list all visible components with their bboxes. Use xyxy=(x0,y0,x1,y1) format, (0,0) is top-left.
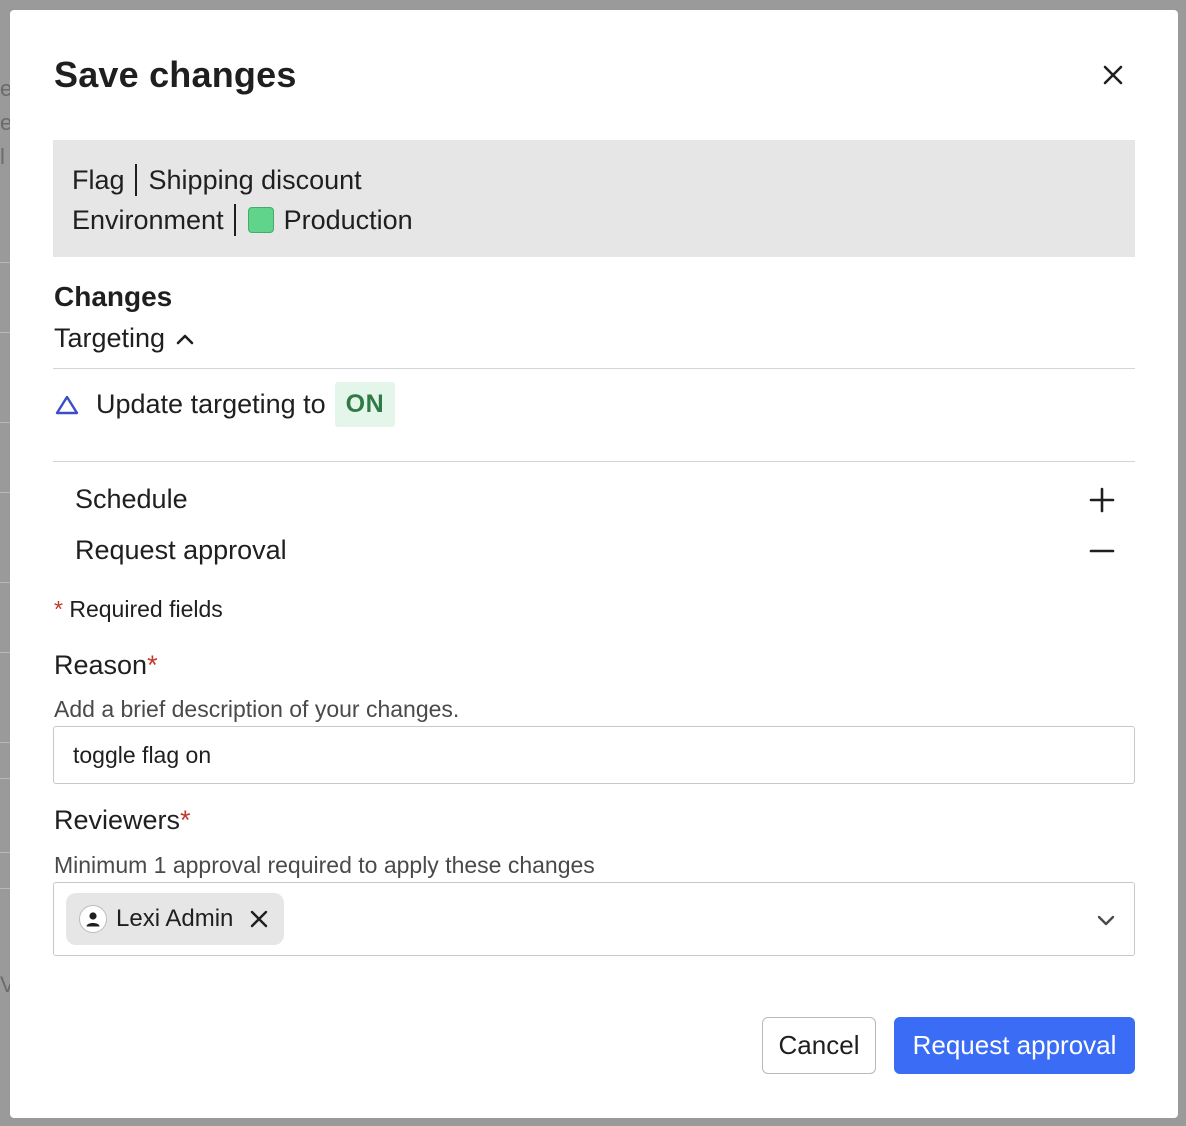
reason-input[interactable] xyxy=(53,726,1135,784)
reason-label-text: Reason xyxy=(54,650,148,680)
background-divider xyxy=(0,582,10,583)
required-asterisk: * xyxy=(147,650,158,680)
targeting-change-item: Update targeting to ON xyxy=(54,382,396,427)
required-asterisk: * xyxy=(54,596,63,622)
background-divider xyxy=(0,852,10,853)
request-approval-option[interactable]: Request approval xyxy=(75,535,1115,566)
delta-triangle-icon xyxy=(55,395,79,414)
divider xyxy=(53,368,1135,369)
request-approval-button[interactable]: Request approval xyxy=(894,1017,1135,1074)
changes-heading: Changes xyxy=(54,281,173,312)
required-asterisk: * xyxy=(180,805,191,835)
reason-label: Reason* xyxy=(54,650,158,681)
chevron-down-icon[interactable] xyxy=(1095,909,1117,936)
background-divider xyxy=(0,778,10,779)
remove-reviewer-button[interactable] xyxy=(249,909,269,929)
update-text: Update targeting to xyxy=(96,389,326,419)
separator xyxy=(134,164,137,196)
background-divider xyxy=(0,262,10,263)
on-badge: ON xyxy=(334,382,396,427)
separator xyxy=(233,204,236,236)
reviewers-select[interactable]: Lexi Admin xyxy=(53,882,1135,956)
environment-color-swatch xyxy=(247,207,274,233)
chevron-up-icon xyxy=(176,334,194,344)
background-divider xyxy=(0,888,10,889)
dialog-title: Save changes xyxy=(54,54,297,95)
background-fragment: l xyxy=(0,144,5,169)
close-icon xyxy=(251,910,268,928)
close-button[interactable] xyxy=(1098,60,1128,90)
required-note-text: Required fields xyxy=(69,596,223,622)
flag-row: Flag Shipping discount xyxy=(72,160,1116,200)
change-summary: Flag Shipping discount Environment Produ… xyxy=(53,140,1135,257)
schedule-option[interactable]: Schedule xyxy=(75,484,1115,515)
targeting-label: Targeting xyxy=(54,323,166,353)
environment-name: Production xyxy=(283,205,413,235)
cancel-button[interactable]: Cancel xyxy=(762,1017,876,1074)
reviewer-chip: Lexi Admin xyxy=(66,893,284,945)
request-approval-label: Request approval xyxy=(75,535,287,565)
environment-label: Environment xyxy=(72,205,224,235)
minus-icon[interactable] xyxy=(1089,538,1115,564)
schedule-label: Schedule xyxy=(75,484,188,514)
plus-icon[interactable] xyxy=(1089,487,1115,513)
divider xyxy=(53,461,1135,462)
reviewers-label-text: Reviewers xyxy=(54,805,181,835)
background-divider xyxy=(0,332,10,333)
required-fields-note: * Required fields xyxy=(54,596,223,623)
reviewer-name: Lexi Admin xyxy=(116,905,234,932)
reviewers-label: Reviewers* xyxy=(54,805,191,836)
background-divider xyxy=(0,652,10,653)
background-divider xyxy=(0,492,10,493)
reviewers-help-text: Minimum 1 approval required to apply the… xyxy=(54,852,595,878)
close-icon xyxy=(1103,65,1123,85)
person-icon xyxy=(79,905,107,933)
targeting-section-toggle[interactable]: Targeting xyxy=(54,323,195,354)
background-divider xyxy=(0,422,10,423)
save-changes-dialog: Save changes Flag Shipping discount Envi… xyxy=(10,10,1178,1118)
flag-label: Flag xyxy=(72,165,125,195)
background-divider xyxy=(0,742,10,743)
flag-name: Shipping discount xyxy=(148,165,362,195)
reason-help-text: Add a brief description of your changes. xyxy=(54,696,460,722)
environment-row: Environment Production xyxy=(72,200,1116,240)
